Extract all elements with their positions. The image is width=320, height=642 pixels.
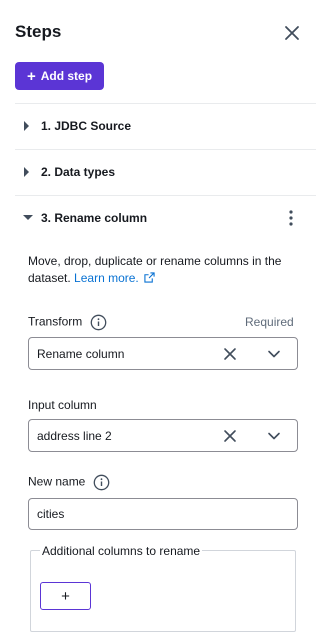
- caret-down-icon: [15, 214, 39, 222]
- close-icon[interactable]: [282, 23, 302, 43]
- new-name-label: New name: [28, 474, 110, 491]
- transform-label: Transform: [28, 314, 107, 331]
- panel-title: Steps: [15, 22, 62, 41]
- clear-icon[interactable]: [223, 347, 237, 361]
- input-column-value: address line 2: [37, 428, 112, 443]
- more-actions-icon[interactable]: [286, 209, 296, 227]
- external-link-icon: [144, 272, 155, 283]
- add-step-button[interactable]: + Add step: [15, 62, 104, 90]
- caret-right-icon: [15, 167, 39, 177]
- info-icon[interactable]: [90, 314, 107, 331]
- step-label: 3. Rename column: [41, 211, 148, 225]
- new-name-value: cities: [37, 507, 65, 521]
- chevron-down-icon[interactable]: [267, 347, 281, 361]
- step-jdbc-source[interactable]: 1. JDBC Source: [15, 104, 316, 148]
- transform-select[interactable]: Rename column: [28, 337, 298, 370]
- required-label: Required: [245, 315, 294, 329]
- learn-more-link[interactable]: Learn more.: [74, 271, 155, 285]
- input-column-label: Input column: [28, 398, 97, 412]
- additional-columns-label: Additional columns to rename: [40, 544, 203, 558]
- input-column-select[interactable]: address line 2: [28, 419, 298, 452]
- chevron-down-icon[interactable]: [267, 429, 281, 443]
- plus-icon: +: [61, 587, 70, 605]
- info-icon[interactable]: [93, 474, 110, 491]
- step-rename-column[interactable]: 3. Rename column: [15, 196, 316, 240]
- step-label: 1. JDBC Source: [41, 119, 132, 133]
- clear-icon[interactable]: [223, 429, 237, 443]
- caret-right-icon: [15, 121, 39, 131]
- new-name-input[interactable]: cities: [28, 498, 298, 530]
- step-data-types[interactable]: 2. Data types: [15, 150, 316, 194]
- add-step-label: Add step: [40, 69, 93, 83]
- step-label: 2. Data types: [41, 165, 116, 179]
- step-description: Move, drop, duplicate or rename columns …: [28, 253, 298, 287]
- plus-icon: +: [26, 67, 36, 85]
- add-column-button[interactable]: +: [40, 582, 91, 610]
- transform-value: Rename column: [37, 346, 125, 361]
